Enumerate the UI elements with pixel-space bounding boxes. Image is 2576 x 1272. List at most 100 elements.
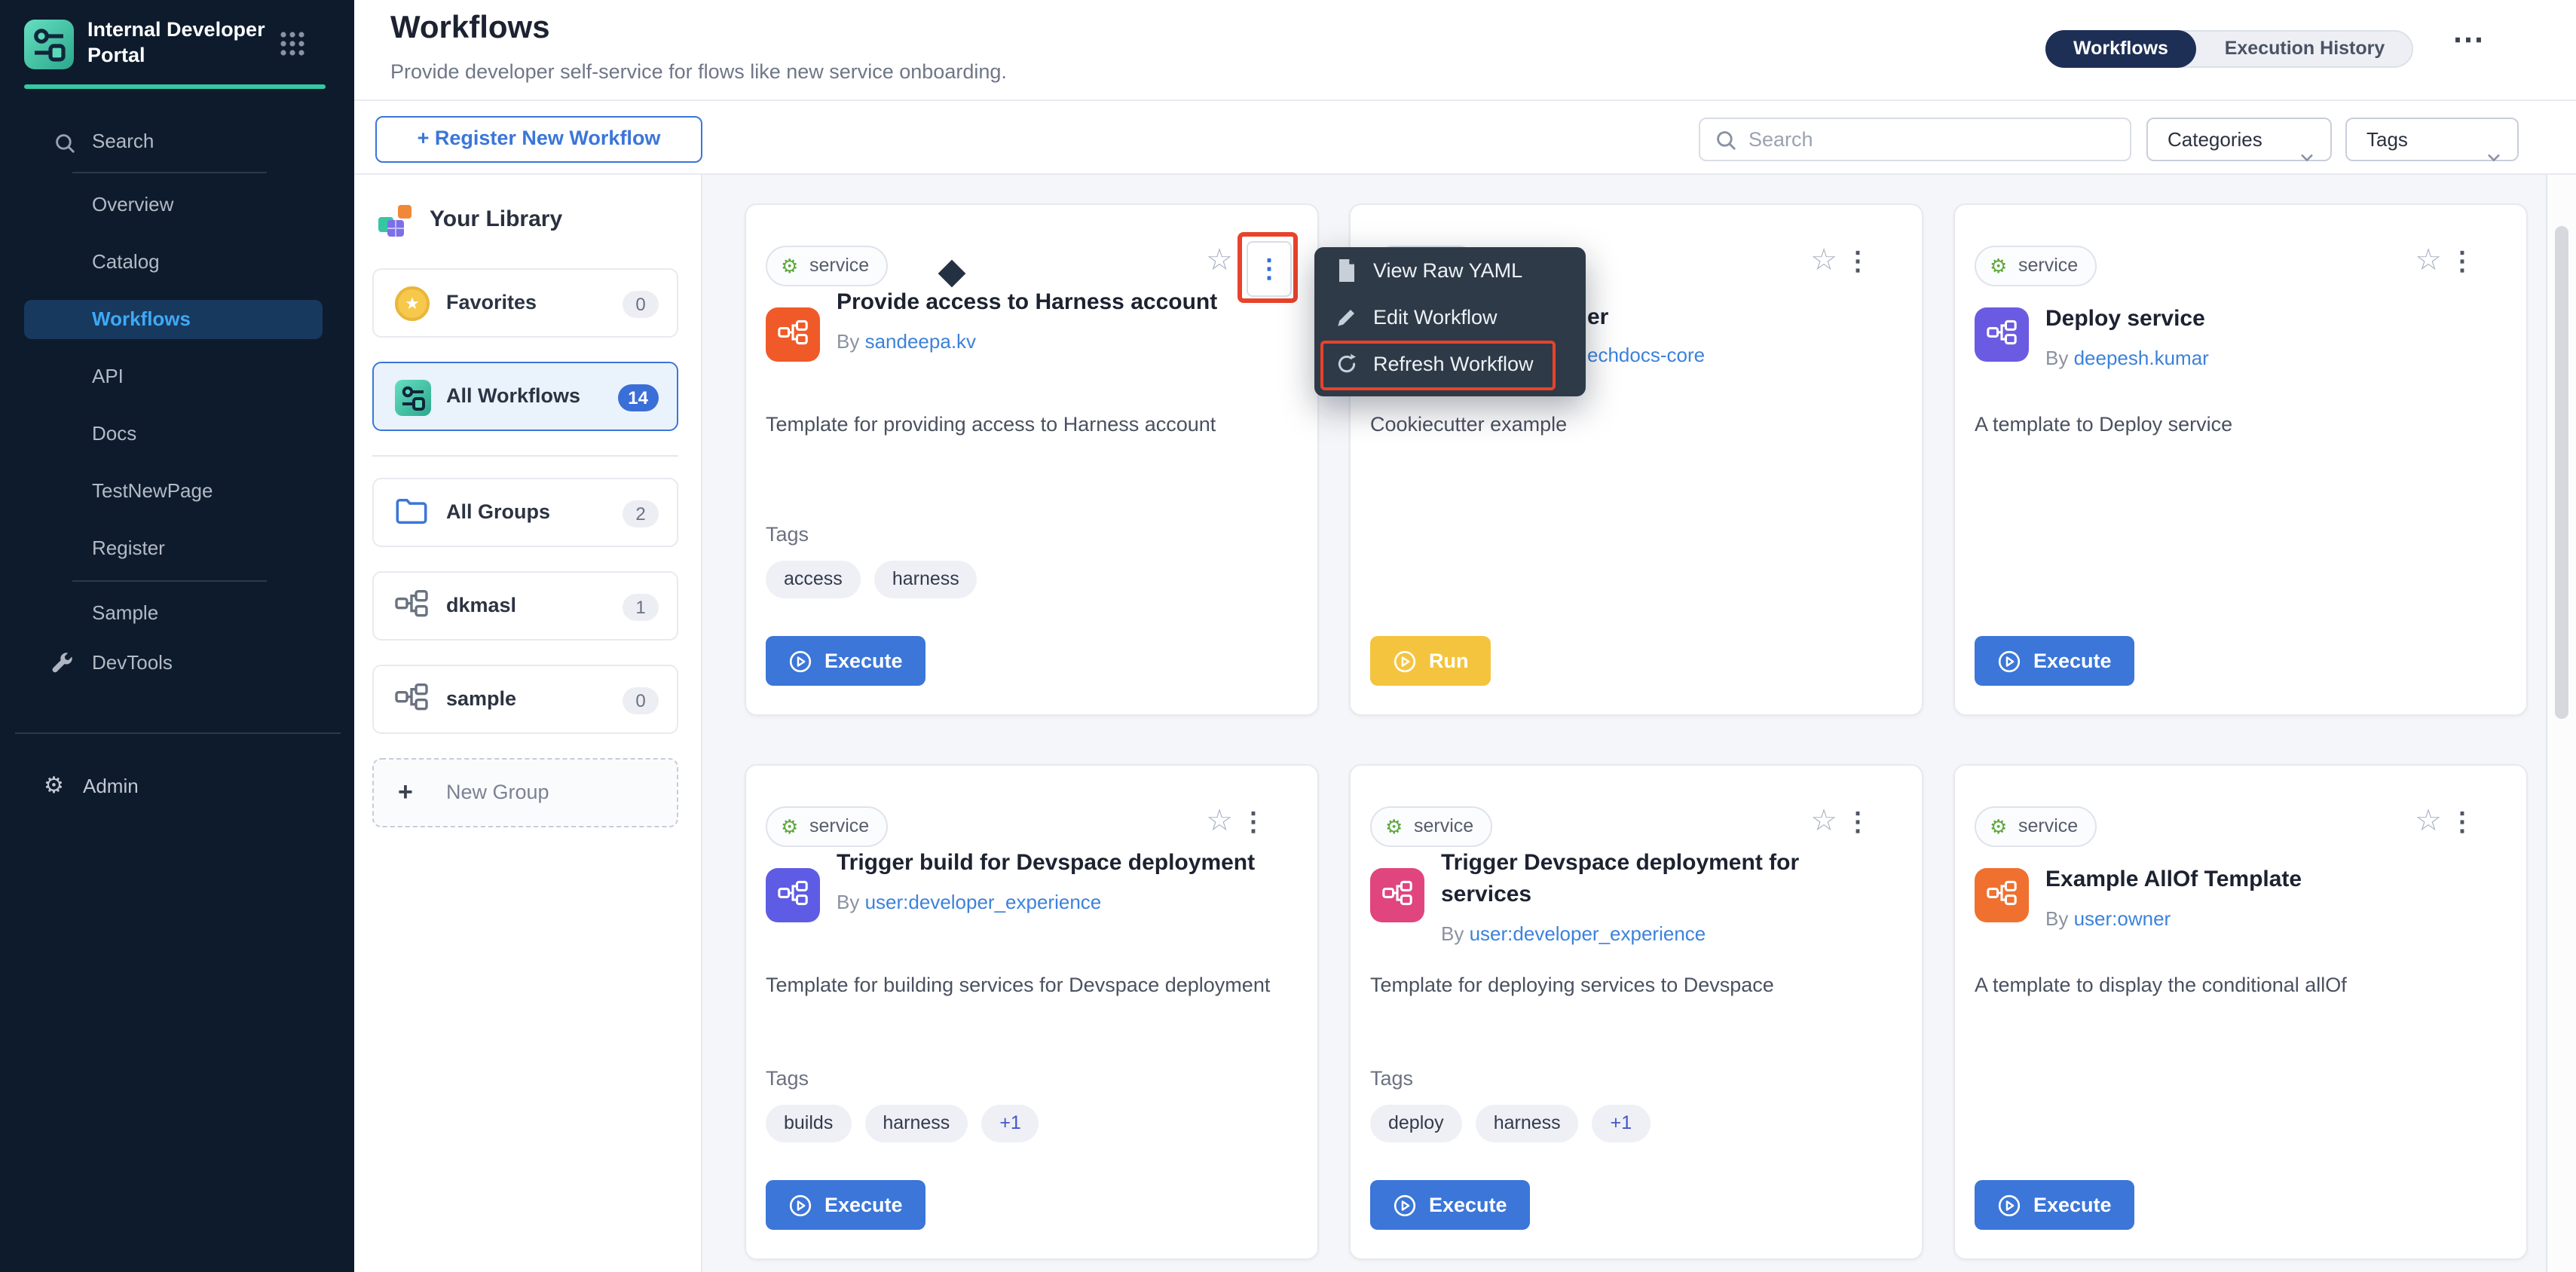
workflow-description: Cookiecutter example xyxy=(1370,410,1898,440)
sidebar-item-label: TestNewPage xyxy=(92,472,213,511)
favorites-coin-icon: ★ xyxy=(395,286,431,323)
sidebar-item-register[interactable]: Register xyxy=(0,529,354,568)
tags-dropdown[interactable]: Tags xyxy=(2345,118,2519,161)
scrollbar-track[interactable] xyxy=(2546,175,2576,1272)
workflow-author-line: By user:developer_experience xyxy=(837,886,1277,918)
author-link[interactable]: user:developer_experience xyxy=(1470,922,1706,945)
gear-icon: ⚙ xyxy=(781,808,798,845)
author-link[interactable]: user:owner xyxy=(2074,907,2171,930)
categories-dropdown[interactable]: Categories xyxy=(2146,118,2332,161)
execute-button[interactable]: Execute xyxy=(766,1180,925,1230)
sidebar-item-workflows[interactable]: Workflows xyxy=(24,300,323,339)
count-badge: 0 xyxy=(623,687,659,714)
category-chip-label: service xyxy=(2018,815,2078,836)
by-label: By xyxy=(837,891,865,913)
workflow-tile-icon xyxy=(766,868,820,922)
sidebar-item-testnewpage[interactable]: TestNewPage xyxy=(0,472,354,511)
favorite-star-icon[interactable]: ☆ xyxy=(2415,802,2442,839)
tag-pill[interactable]: deploy xyxy=(1370,1105,1462,1142)
sidebar-divider xyxy=(72,172,267,173)
library-item-label: dkmasl xyxy=(446,594,516,616)
tags-label: Tags xyxy=(766,523,809,546)
sidebar-item-admin[interactable]: Admin xyxy=(83,775,139,797)
menu-item-refresh-workflow[interactable]: Refresh Workflow xyxy=(1314,341,1586,387)
sidebar-item-search[interactable]: Search xyxy=(0,122,354,161)
workflow-title: Provide access to Harness accountBy sand… xyxy=(837,286,1277,357)
search-input[interactable] xyxy=(1745,121,2122,158)
tag-pill[interactable]: access xyxy=(766,561,861,598)
library-item-dkmasl[interactable]: dkmasl1 xyxy=(372,571,678,641)
tag-overflow-pill[interactable]: +1 xyxy=(1592,1105,1651,1142)
menu-item-edit-workflow[interactable]: Edit Workflow xyxy=(1314,294,1586,341)
action-button-label: Execute xyxy=(1429,1194,1507,1216)
author-link-fragment[interactable]: echdocs-core xyxy=(1587,344,1705,366)
sidebar-item-label: API xyxy=(92,357,124,396)
category-chip-label: service xyxy=(809,255,869,276)
tag-overflow-pill[interactable]: +1 xyxy=(981,1105,1039,1142)
menu-item-label: Edit Workflow xyxy=(1373,306,1498,329)
sidebar: Internal Developer Portal SearchOverview… xyxy=(0,0,354,1272)
workflow-title: Trigger build for Devspace deploymentBy … xyxy=(837,847,1277,918)
by-label: By xyxy=(2045,347,2074,369)
tab-execution-history[interactable]: Execution History xyxy=(2196,32,2413,66)
sidebar-item-label: Workflows xyxy=(92,300,191,339)
sidebar-item-docs[interactable]: Docs xyxy=(0,414,354,454)
sidebar-item-catalog[interactable]: Catalog xyxy=(0,243,354,282)
scrollbar-thumb[interactable] xyxy=(2555,226,2568,719)
sidebar-item-devtools[interactable]: DevTools xyxy=(0,644,354,683)
menu-item-view-raw-yaml[interactable]: View Raw YAML xyxy=(1314,247,1586,294)
kebab-menu-icon[interactable]: ⋮ xyxy=(1836,244,1880,280)
favorite-star-icon[interactable]: ☆ xyxy=(1810,802,1837,839)
run-button[interactable]: Run xyxy=(1370,636,1491,686)
category-chip: ⚙service xyxy=(766,806,887,847)
library-item-all-workflows[interactable]: All Workflows14 xyxy=(372,362,678,431)
kebab-menu-icon[interactable]: ⋮ xyxy=(1231,805,1275,841)
tag-pill[interactable]: harness xyxy=(874,561,977,598)
execute-button[interactable]: Execute xyxy=(766,636,925,686)
favorite-star-icon[interactable]: ☆ xyxy=(1206,241,1233,279)
author-link[interactable]: sandeepa.kv xyxy=(865,330,976,353)
sidebar-item-overview[interactable]: Overview xyxy=(0,185,354,225)
library-rows: ★Favorites0 All Workflows14 All Groups2 dkm… xyxy=(372,268,678,827)
folder-icon xyxy=(395,496,431,532)
register-new-workflow-button[interactable]: + Register New Workflow xyxy=(375,116,702,163)
author-link[interactable]: deepesh.kumar xyxy=(2074,347,2209,369)
kebab-menu-icon[interactable]: ⋮ xyxy=(2440,805,2484,841)
apps-grid-icon[interactable] xyxy=(279,30,306,57)
library-item-favorites[interactable]: ★Favorites0 xyxy=(372,268,678,338)
favorite-star-icon[interactable]: ☆ xyxy=(2415,241,2442,279)
execute-button[interactable]: Execute xyxy=(1975,636,2134,686)
sidebar-item-api[interactable]: API xyxy=(0,357,354,396)
workflow-author-line: By sandeepa.kv xyxy=(837,326,1277,357)
tab-workflows[interactable]: Workflows xyxy=(2045,30,2196,68)
play-icon xyxy=(1393,649,1417,673)
workflow-tile-icon xyxy=(766,307,820,362)
tag-pill[interactable]: harness xyxy=(1476,1105,1579,1142)
kebab-menu-icon[interactable]: ⋮ xyxy=(2440,244,2484,280)
sidebar-item-sample[interactable]: Sample xyxy=(0,594,354,633)
tag-pill[interactable]: builds xyxy=(766,1105,851,1142)
count-badge: 14 xyxy=(617,384,659,411)
play-icon xyxy=(1997,649,2021,673)
tag-pill[interactable]: harness xyxy=(864,1105,968,1142)
execute-button[interactable]: Execute xyxy=(1975,1180,2134,1230)
gear-icon: ⚙ xyxy=(1990,808,2007,845)
workflow-tile-icon xyxy=(1975,307,2029,362)
category-chip-label: service xyxy=(1414,815,1473,836)
sidebar-item-label: Sample xyxy=(92,594,158,633)
author-link[interactable]: user:developer_experience xyxy=(865,891,1102,913)
tag-list: access harness xyxy=(766,561,977,598)
document-icon xyxy=(1335,258,1358,283)
library-divider xyxy=(372,455,678,457)
action-button-label: Execute xyxy=(825,1194,903,1216)
new-group-button[interactable]: +New Group xyxy=(372,758,678,827)
page-subtitle: Provide developer self-service for flows… xyxy=(390,60,1007,83)
library-item-sample[interactable]: sample0 xyxy=(372,665,678,734)
execute-button[interactable]: Execute xyxy=(1370,1180,1530,1230)
favorite-star-icon[interactable]: ☆ xyxy=(1206,802,1233,839)
sidebar-item-label: Catalog xyxy=(92,243,160,282)
more-options-icon[interactable]: ⋯ xyxy=(2452,21,2486,59)
favorite-star-icon[interactable]: ☆ xyxy=(1810,241,1837,279)
kebab-menu-icon[interactable]: ⋮ xyxy=(1836,805,1880,841)
library-item-all-groups[interactable]: All Groups2 xyxy=(372,478,678,547)
